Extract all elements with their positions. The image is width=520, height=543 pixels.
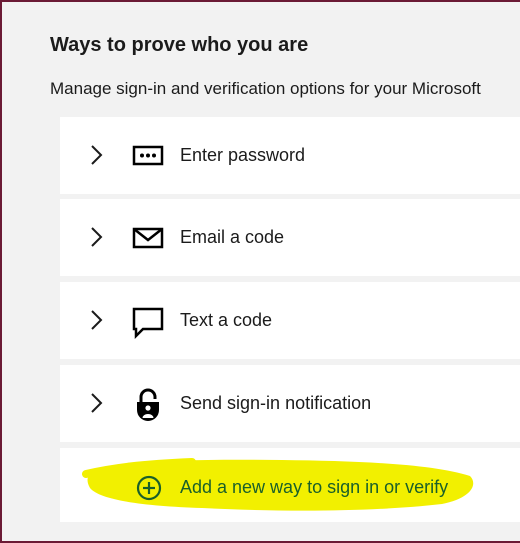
page-subtitle: Manage sign-in and verification options … <box>50 79 481 98</box>
chevron-right-icon[interactable] <box>86 142 106 168</box>
method-label-text: Text a code <box>180 310 273 330</box>
page-title: Ways to prove who you are <box>50 34 309 56</box>
method-label-notification: Send sign-in notification <box>180 393 372 413</box>
method-card-password[interactable]: Enter password <box>60 117 520 194</box>
add-method-link[interactable]: Add a new way to sign in or verify <box>180 477 448 498</box>
envelope-icon <box>132 227 164 249</box>
chevron-right-icon[interactable] <box>86 307 106 333</box>
lock-icon <box>137 388 159 421</box>
chat-bubble-icon <box>132 307 164 339</box>
chevron-right-icon[interactable] <box>86 390 106 416</box>
method-card-email[interactable]: Email a code <box>60 199 520 276</box>
add-method-card[interactable]: Add a new way to sign in or verify <box>60 448 520 522</box>
method-label-email: Email a code <box>180 227 285 247</box>
method-card-notification[interactable]: Send sign-in notification <box>60 365 520 442</box>
ways-to-prove-panel: Ways to prove who you are Manage sign-in… <box>2 2 520 541</box>
method-label-password: Enter password <box>180 145 306 165</box>
password-icon <box>132 145 164 166</box>
chevron-right-icon[interactable] <box>86 224 106 250</box>
plus-circle-icon[interactable] <box>135 474 163 502</box>
method-card-text[interactable]: Text a code <box>60 282 520 359</box>
